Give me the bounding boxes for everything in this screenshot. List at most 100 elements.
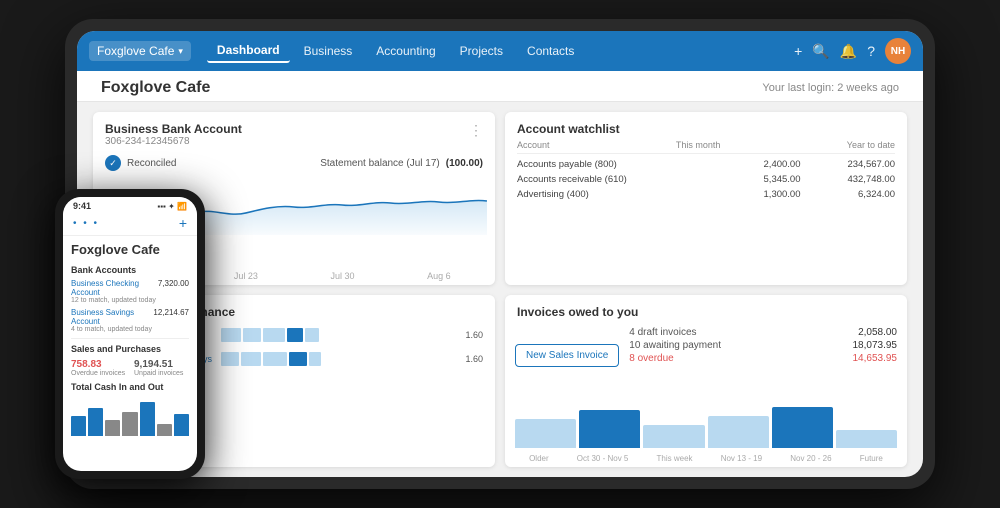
watchlist-ytd-3: 6,324.00 <box>801 189 896 200</box>
invoices-content: New Sales Invoice 4 draft invoices 2,058… <box>505 323 907 390</box>
watchlist-month-2: 5,345.00 <box>706 174 801 185</box>
phone-sp-title: Sales and Purchases <box>71 344 189 354</box>
top-nav: Foxglove Cafe ▾ Dashboard Business Accou… <box>77 31 923 71</box>
page-header: Foxglove Cafe Your last login: 2 weeks a… <box>77 71 923 102</box>
bar-seg-1c <box>263 328 285 342</box>
nav-item-business[interactable]: Business <box>294 40 363 62</box>
bar-seg-2b <box>241 352 261 366</box>
watchlist-account-1: Accounts payable (800) <box>517 159 706 170</box>
phone-plus-icon[interactable]: + <box>179 215 187 231</box>
phone-bar-2 <box>88 408 103 436</box>
nav-brand-text: Foxglove Cafe <box>97 44 174 58</box>
invoices-left: New Sales Invoice <box>515 327 619 386</box>
bar-seg-1e <box>305 328 319 342</box>
nav-brand[interactable]: Foxglove Cafe ▾ <box>89 41 191 61</box>
nav-item-dashboard[interactable]: Dashboard <box>207 39 290 63</box>
inv-bar-label-thisweek: This week <box>657 454 693 463</box>
phone-content: Foxglove Cafe Bank Accounts 7,320.00 Bus… <box>63 236 197 471</box>
phone-sales-label: Overdue invoices <box>71 370 126 377</box>
phone-purchases-label: Unpaid invoices <box>134 370 189 377</box>
bell-icon[interactable]: 🔔 <box>840 43 857 60</box>
inv-bar-label-nov13: Nov 13 - 19 <box>721 454 762 463</box>
nav-items: Dashboard Business Accounting Projects C… <box>207 39 794 63</box>
help-icon[interactable]: ? <box>867 43 875 59</box>
invoices-header: Invoices owed to you <box>505 295 907 323</box>
phone-dots-icon: • • • <box>73 218 99 229</box>
invoice-row-draft: 4 draft invoices 2,058.00 <box>629 327 897 338</box>
nav-item-projects[interactable]: Projects <box>450 40 513 62</box>
invoices-card: Invoices owed to you New Sales Invoice 4… <box>505 295 907 468</box>
phone-bar-7 <box>174 414 189 436</box>
nav-item-accounting[interactable]: Accounting <box>366 40 445 62</box>
invoice-row-overdue: 8 overdue 14,653.95 <box>629 353 897 364</box>
phone-bar-3 <box>105 420 120 436</box>
inv-bar-label-nov20: Nov 20 - 26 <box>790 454 831 463</box>
phone-time: 9:41 <box>73 201 91 211</box>
account-watchlist-card: Account watchlist Account This month Yea… <box>505 112 907 285</box>
phone-divider-1 <box>71 338 189 339</box>
reconcile-row: ✓ Reconciled Statement balance (Jul 17) … <box>93 151 495 175</box>
phone-frame: 9:41 ▪▪▪ ✦ 📶 • • • + Foxglove Cafe Bank … <box>55 189 205 479</box>
phone-bar-1 <box>71 416 86 436</box>
inv-bar-nov20 <box>772 407 833 448</box>
watchlist-col-account: Account <box>517 140 550 150</box>
invoice-bar-chart <box>505 389 907 454</box>
bar-seg-1d <box>287 328 303 342</box>
invoice-amount-overdue: 14,653.95 <box>853 353 898 364</box>
watchlist-ytd-2: 432,748.00 <box>801 174 896 185</box>
bar-seg-2a <box>221 352 239 366</box>
inv-bar-label-future: Future <box>860 454 883 463</box>
inv-bar-oct <box>579 410 640 448</box>
perf-value-2: 1.60 <box>465 354 483 364</box>
phone-sp-row: 758.83 Overdue invoices 9,194.51 Unpaid … <box>71 359 189 377</box>
watchlist-col-ytd: Year to date <box>847 140 895 150</box>
tablet-frame: Foxglove Cafe ▾ Dashboard Business Accou… <box>65 19 935 489</box>
invoice-label-overdue: 8 overdue <box>629 353 673 364</box>
phone-bar-4 <box>122 412 137 436</box>
reconcile-check-icon: ✓ <box>105 155 121 171</box>
phone-signals: ▪▪▪ ✦ 📶 <box>157 202 187 211</box>
chart-label-4: Aug 6 <box>427 271 451 281</box>
invoices-right: 4 draft invoices 2,058.00 10 awaiting pa… <box>629 327 897 386</box>
plus-icon[interactable]: + <box>794 43 802 59</box>
phone-bar-5 <box>140 402 155 436</box>
nav-actions: + 🔍 🔔 ? NH <box>794 38 911 64</box>
phone-account-checking: 7,320.00 Business Checking Account 12 to… <box>71 279 189 304</box>
user-avatar[interactable]: NH <box>885 38 911 64</box>
phone-company-name: Foxglove Cafe <box>71 242 189 257</box>
nav-brand-arrow: ▾ <box>178 46 183 57</box>
statement-balance-label: Statement balance (Jul 17) <box>320 158 440 169</box>
invoice-label-draft: 4 draft invoices <box>629 327 696 338</box>
search-icon[interactable]: 🔍 <box>812 43 829 60</box>
phone-screen: 9:41 ▪▪▪ ✦ 📶 • • • + Foxglove Cafe Bank … <box>63 197 197 471</box>
phone-mini-bars <box>71 396 189 436</box>
invoices-title: Invoices owed to you <box>517 305 638 319</box>
new-invoice-button[interactable]: New Sales Invoice <box>515 344 619 367</box>
watchlist-ytd-1: 234,567.00 <box>801 159 896 170</box>
inv-bar-label-oct: Oct 30 - Nov 5 <box>577 454 629 463</box>
bank-card-menu-icon[interactable]: ⋮ <box>469 122 483 139</box>
phone-checking-sub: 12 to match, updated today <box>71 297 189 304</box>
nav-item-contacts[interactable]: Contacts <box>517 40 584 62</box>
inv-bar-label-older: Older <box>529 454 549 463</box>
inv-bar-labels: Older Oct 30 - Nov 5 This week Nov 13 - … <box>505 454 907 467</box>
bar-seg-2c <box>263 352 287 366</box>
page-title: Foxglove Cafe <box>101 79 210 97</box>
phone-sp-unpaid: 9,194.51 Unpaid invoices <box>134 359 189 377</box>
watchlist-table: Account This month Year to date Accounts… <box>505 140 907 285</box>
perf-value-1: 1.60 <box>465 330 483 340</box>
bank-card-title: Business Bank Account <box>105 122 242 136</box>
watchlist-col-month: This month <box>676 140 721 150</box>
inv-bar-thisweek <box>643 425 704 449</box>
reconcile-text: Reconciled <box>127 158 176 169</box>
perf-bar-1 <box>221 326 459 344</box>
phone-status-bar: 9:41 ▪▪▪ ✦ 📶 <box>63 197 197 213</box>
invoice-label-awaiting: 10 awaiting payment <box>629 340 721 351</box>
phone-cash-title: Total Cash In and Out <box>71 382 189 392</box>
balance-amount: (100.00) <box>446 158 483 169</box>
watchlist-title: Account watchlist <box>517 122 620 136</box>
bar-seg-1a <box>221 328 241 342</box>
bank-account-number: 306-234-12345678 <box>105 136 242 147</box>
bar-seg-2e <box>309 352 321 366</box>
watchlist-row-2: Accounts receivable (610) 5,345.00 432,7… <box>517 172 895 187</box>
